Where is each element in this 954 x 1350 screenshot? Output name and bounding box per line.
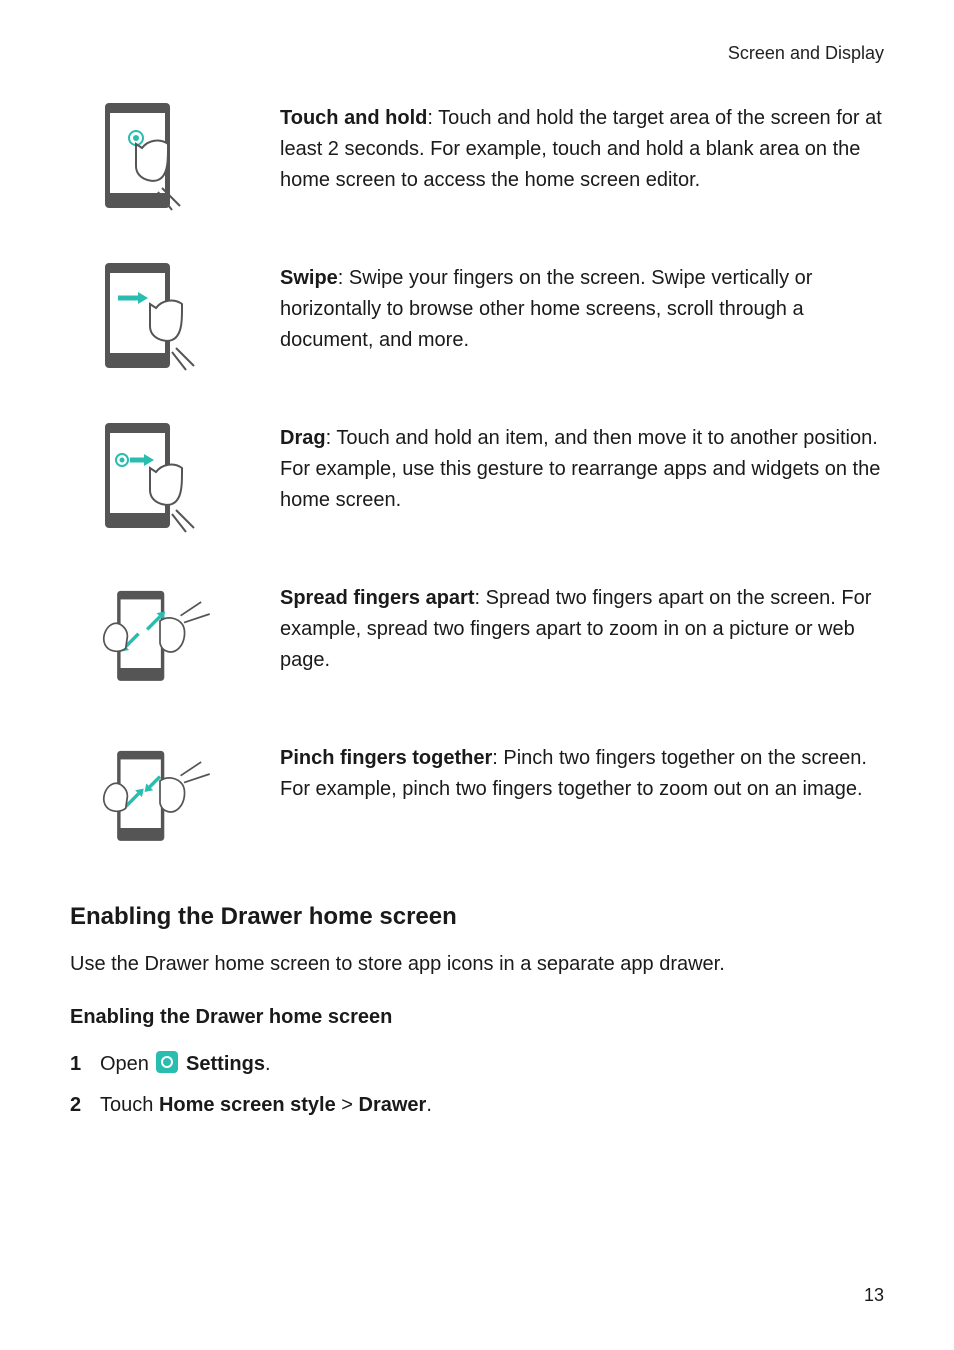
spread-icon: [70, 573, 280, 703]
steps-list: Open Settings. Touch Home screen style >…: [70, 1049, 884, 1121]
gesture-swipe: Swipe: Swipe your fingers on the screen.…: [70, 253, 884, 383]
step-text: .: [265, 1053, 271, 1075]
step-text: Touch: [100, 1094, 159, 1116]
step-bold: Drawer: [359, 1094, 427, 1116]
subsection-heading: Enabling the Drawer home screen: [70, 1002, 884, 1033]
gesture-description: Swipe: Swipe your fingers on the screen.…: [280, 253, 884, 356]
touch-and-hold-icon: [70, 93, 280, 223]
gesture-body: : Touch and hold an item, and then move …: [280, 427, 880, 511]
gesture-spread: Spread fingers apart: Spread two fingers…: [70, 573, 884, 703]
section-heading: Enabling the Drawer home screen: [70, 898, 884, 935]
swipe-icon: [70, 253, 280, 383]
gesture-drag: Drag: Touch and hold an item, and then m…: [70, 413, 884, 543]
gesture-description: Pinch fingers together: Pinch two finger…: [280, 733, 884, 805]
gesture-description: Spread fingers apart: Spread two fingers…: [280, 573, 884, 676]
gesture-title: Drag: [280, 427, 326, 449]
gesture-title: Pinch fingers together: [280, 747, 492, 769]
gesture-title: Swipe: [280, 267, 338, 289]
gesture-touch-and-hold: Touch and hold: Touch and hold the targe…: [70, 93, 884, 223]
step-text: .: [426, 1094, 432, 1116]
gesture-title: Spread fingers apart: [280, 587, 475, 609]
step-bold: Settings: [186, 1053, 265, 1075]
section-intro: Use the Drawer home screen to store app …: [70, 949, 884, 980]
step-2: Touch Home screen style > Drawer.: [70, 1090, 884, 1121]
step-text: Open: [100, 1053, 154, 1075]
pinch-icon: [70, 733, 280, 863]
settings-icon: [156, 1051, 178, 1073]
page-header: Screen and Display: [70, 40, 884, 68]
drag-icon: [70, 413, 280, 543]
step-1: Open Settings.: [70, 1049, 884, 1080]
gesture-body: : Swipe your fingers on the screen. Swip…: [280, 267, 812, 351]
step-text: >: [336, 1094, 359, 1116]
gesture-description: Touch and hold: Touch and hold the targe…: [280, 93, 884, 196]
gesture-description: Drag: Touch and hold an item, and then m…: [280, 413, 884, 516]
gesture-pinch: Pinch fingers together: Pinch two finger…: [70, 733, 884, 863]
step-bold: Home screen style: [159, 1094, 336, 1116]
page-number: 13: [864, 1282, 884, 1310]
gesture-title: Touch and hold: [280, 107, 427, 129]
